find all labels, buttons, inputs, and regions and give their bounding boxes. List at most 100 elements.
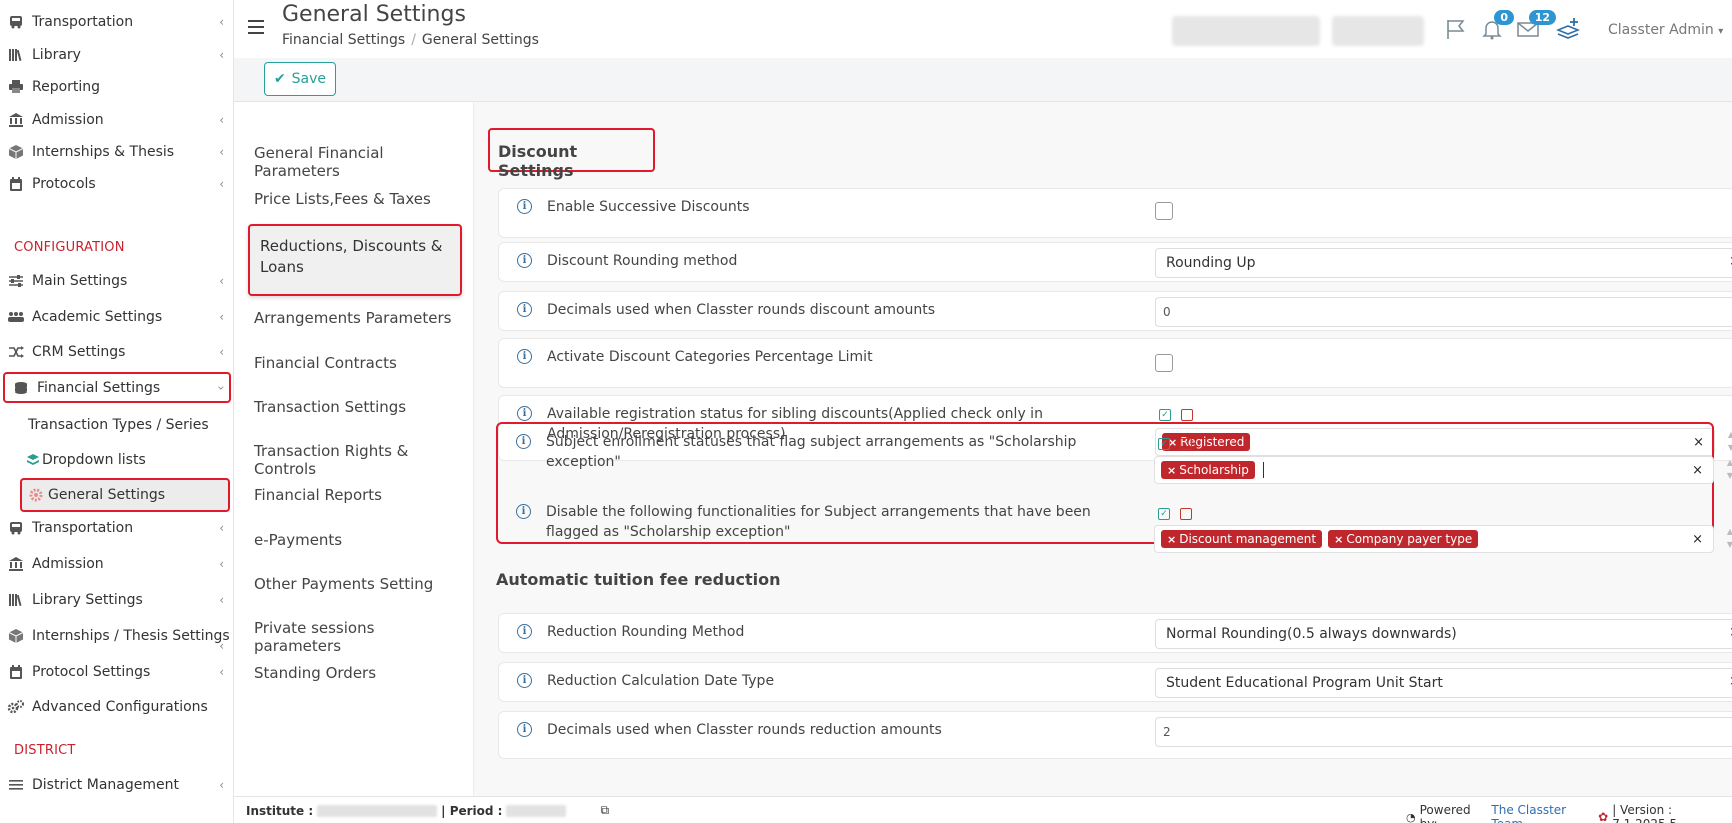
- info-icon[interactable]: i: [517, 406, 532, 421]
- period-selector[interactable]: [1332, 16, 1424, 46]
- chevron-left-icon: ‹: [219, 557, 224, 571]
- notifications-bell-icon[interactable]: 0: [1478, 10, 1514, 42]
- successive-discounts-checkbox[interactable]: [1155, 202, 1173, 220]
- printer-icon: [6, 78, 26, 96]
- sidebar-item-internships[interactable]: Internships & Thesis ‹: [0, 137, 232, 167]
- tag-chip[interactable]: × Discount management: [1161, 530, 1323, 548]
- sidebar-item-protocols[interactable]: Protocols ‹: [0, 169, 232, 199]
- setting-row-reduction-date-type: i Reduction Calculation Date Type Studen…: [498, 662, 1732, 702]
- setting-row-scholarship-exception: i Subject enrollment statuses that flag …: [498, 424, 1732, 486]
- sidebar-item-transportation[interactable]: Transportation ‹: [0, 7, 232, 37]
- settings-content: Discount Settings i Enable Successive Di…: [474, 102, 1732, 796]
- sidebar-item-library-settings[interactable]: Library Settings ‹: [0, 585, 232, 615]
- nav-arrangements-parameters[interactable]: Arrangements Parameters: [254, 309, 464, 327]
- disabled-functionalities-multiselect[interactable]: × Discount management × Company payer type…: [1154, 525, 1714, 553]
- sidebar-item-reporting[interactable]: Reporting: [0, 72, 232, 102]
- sidebar-item-advanced-configurations[interactable]: Advanced Configurations: [0, 692, 232, 722]
- remove-tag-icon[interactable]: ×: [1334, 533, 1343, 546]
- flag-icon[interactable]: [1442, 16, 1470, 42]
- user-menu[interactable]: Classter Admin ▾: [1608, 22, 1723, 38]
- text-cursor: [1262, 462, 1264, 478]
- tag-chip[interactable]: × Scholarship: [1161, 461, 1255, 479]
- sidebar-item-label: Academic Settings: [32, 309, 163, 325]
- save-button[interactable]: ✔ Save: [264, 62, 336, 96]
- info-icon[interactable]: i: [517, 349, 532, 364]
- info-icon[interactable]: i: [517, 253, 532, 268]
- nav-standing-orders[interactable]: Standing Orders: [254, 664, 464, 682]
- nav-transaction-settings[interactable]: Transaction Settings: [254, 398, 464, 416]
- sidebar-item-label: Advanced Configurations: [32, 699, 208, 715]
- discount-rounding-select[interactable]: Rounding Up × ▼: [1155, 248, 1732, 278]
- scroll-arrows-icon[interactable]: ▲ ▼: [1722, 456, 1732, 484]
- chevron-left-icon: ‹: [219, 177, 224, 191]
- sidebar-item-dropdown-lists[interactable]: Dropdown lists: [0, 445, 232, 475]
- sidebar-item-crm-settings[interactable]: CRM Settings ‹: [0, 337, 232, 367]
- sidebar-item-label: Internships / Thesis Settings: [32, 628, 230, 644]
- institute-selector[interactable]: [1172, 16, 1320, 46]
- sidebar-item-transaction-types[interactable]: Transaction Types / Series: [0, 410, 232, 440]
- clear-icon[interactable]: ×: [1692, 532, 1703, 547]
- breadcrumb-item-financial-settings[interactable]: Financial Settings: [282, 32, 405, 48]
- select-all-icon[interactable]: ✓: [1158, 508, 1170, 520]
- sidebar-item-label: CRM Settings: [32, 344, 126, 360]
- scholarship-status-multiselect[interactable]: × Scholarship ×: [1154, 456, 1714, 484]
- select-all-icon[interactable]: ✓: [1159, 409, 1171, 421]
- sidebar-item-transportation-settings[interactable]: Transportation ‹: [0, 513, 232, 543]
- remove-tag-icon[interactable]: ×: [1167, 464, 1176, 477]
- classter-team-link[interactable]: The Classter Team: [1491, 803, 1594, 823]
- reduction-decimals-input[interactable]: 2: [1155, 717, 1732, 747]
- nav-financial-contracts[interactable]: Financial Contracts: [254, 354, 464, 372]
- sidebar-item-admission-settings[interactable]: Admission ‹: [0, 549, 232, 579]
- sidebar-item-internships-settings[interactable]: Internships / Thesis Settings ‹: [0, 621, 232, 653]
- institute-label: Institute :: [246, 803, 314, 818]
- info-icon[interactable]: i: [517, 199, 532, 214]
- nav-general-financial-parameters[interactable]: General Financial Parameters: [254, 144, 464, 180]
- version-label: | Version : 7.1.2025.5: [1612, 803, 1677, 823]
- deselect-all-icon[interactable]: [1181, 409, 1193, 421]
- nav-private-sessions[interactable]: Private sessions parameters: [254, 619, 464, 655]
- books-icon: [6, 46, 26, 64]
- sidebar-item-protocol-settings[interactable]: Protocol Settings ‹: [0, 657, 232, 687]
- sidebar-item-library[interactable]: Library ‹: [0, 40, 232, 70]
- info-icon[interactable]: i: [517, 302, 532, 317]
- deselect-all-icon[interactable]: [1180, 438, 1192, 450]
- hamburger-menu-icon[interactable]: [248, 20, 264, 34]
- info-icon[interactable]: i: [517, 624, 532, 639]
- tag-label: Discount management: [1179, 532, 1317, 546]
- copy-icon[interactable]: ⧉: [600, 803, 609, 818]
- bus-icon: [6, 13, 26, 31]
- scroll-arrows-icon[interactable]: ▲ ▼: [1722, 525, 1732, 553]
- messages-envelope-icon[interactable]: 12: [1514, 10, 1556, 42]
- nav-financial-reports[interactable]: Financial Reports: [254, 486, 464, 504]
- nav-price-lists[interactable]: Price Lists,Fees & Taxes: [254, 190, 464, 208]
- remove-tag-icon[interactable]: ×: [1167, 533, 1176, 546]
- sidebar-item-label: Transaction Types / Series: [28, 417, 209, 433]
- sidebar-item-label: General Settings: [48, 487, 166, 503]
- info-icon[interactable]: i: [516, 434, 531, 449]
- info-icon[interactable]: i: [516, 504, 531, 519]
- tag-chip[interactable]: × Company payer type: [1328, 530, 1479, 548]
- sidebar-item-academic-settings[interactable]: Academic Settings ‹: [0, 302, 232, 332]
- sidebar-item-financial-settings[interactable]: Financial Settings ‹: [3, 372, 231, 403]
- nav-reductions-discounts-loans[interactable]: Reductions, Discounts & Loans: [248, 224, 462, 296]
- reduction-date-type-select[interactable]: Student Educational Program Unit Start ×…: [1155, 668, 1732, 698]
- discount-decimals-input[interactable]: 0: [1155, 297, 1732, 327]
- sidebar-item-label: Dropdown lists: [42, 452, 146, 468]
- info-icon[interactable]: i: [517, 673, 532, 688]
- sidebar-item-main-settings[interactable]: Main Settings ‹: [0, 266, 232, 296]
- sidebar-item-district-management[interactable]: District Management ‹: [0, 770, 232, 800]
- sidebar-item-admission[interactable]: Admission ‹: [0, 105, 232, 135]
- tag-label: Company payer type: [1346, 532, 1473, 546]
- sidebar-item-general-settings[interactable]: General Settings: [20, 478, 230, 512]
- nav-e-payments[interactable]: e-Payments: [254, 531, 464, 549]
- info-icon[interactable]: i: [517, 722, 532, 737]
- nav-transaction-rights[interactable]: Transaction Rights & Controls: [254, 442, 464, 478]
- reduction-rounding-select[interactable]: Normal Rounding(0.5 always downwards) × …: [1155, 619, 1732, 649]
- select-all-icon[interactable]: ✓: [1158, 438, 1170, 450]
- category-limit-checkbox[interactable]: [1155, 354, 1173, 372]
- layers-add-icon[interactable]: [1554, 16, 1582, 42]
- deselect-all-icon[interactable]: [1180, 508, 1192, 520]
- clear-icon[interactable]: ×: [1692, 463, 1703, 478]
- nav-other-payments[interactable]: Other Payments Setting: [254, 575, 464, 593]
- coins-icon: [11, 379, 31, 397]
